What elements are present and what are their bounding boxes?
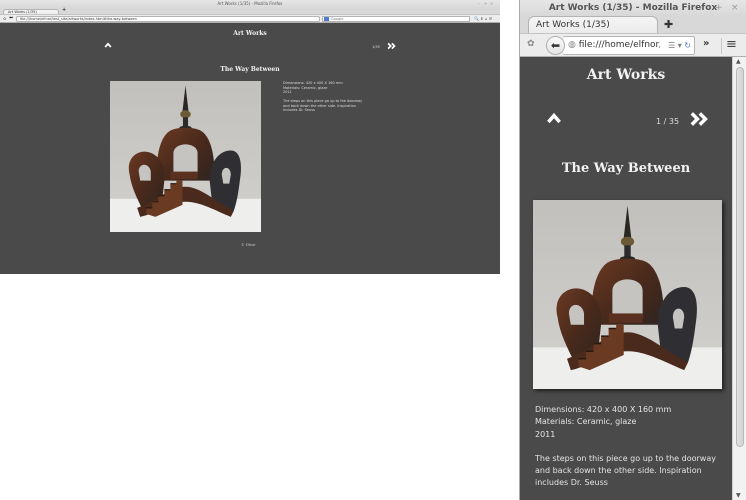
tab-strip: Art Works (1/35) ✚ bbox=[520, 16, 746, 33]
scrollbar-thumb[interactable] bbox=[736, 67, 744, 447]
addon-icon[interactable]: ✿ bbox=[3, 16, 6, 21]
site-title: Art Works bbox=[233, 30, 267, 37]
sculpture-photo bbox=[110, 81, 261, 232]
site-title: Art Works bbox=[586, 67, 666, 83]
artwork-counter: 1/35 bbox=[372, 45, 380, 49]
double-chevron-right-icon bbox=[387, 42, 396, 50]
next-button[interactable] bbox=[387, 42, 396, 50]
artwork-description: The steps on this piece go up to the doo… bbox=[283, 99, 363, 112]
browser-window-narrow: Art Works (1/35) - Mozilla Firefox – + ×… bbox=[519, 0, 746, 500]
navigation-toolbar: ✿ ⬅ file:///home/elfnor/test_site/artwor… bbox=[0, 14, 500, 23]
back-button[interactable]: ⬅ bbox=[546, 36, 565, 55]
url-bar[interactable]: file:///home/elfnor/test_site/artworks/i… bbox=[16, 16, 320, 22]
new-tab-button[interactable]: ✚ bbox=[664, 18, 673, 31]
toolbar-icons[interactable]: 🔍 ⬇ ⌂ ☰ bbox=[474, 15, 492, 23]
chevron-up-icon bbox=[104, 42, 112, 48]
overflow-menu-button[interactable]: » bbox=[703, 38, 709, 49]
toolbar-separator bbox=[721, 38, 722, 54]
artwork-year: 2011 bbox=[283, 90, 292, 94]
artwork-year: 2011 bbox=[535, 429, 556, 439]
page-content: Art Works 1/35 The Way Between Dimension… bbox=[0, 23, 500, 274]
new-tab-button[interactable]: + bbox=[62, 7, 66, 13]
maximize-button[interactable]: + bbox=[484, 0, 487, 8]
hamburger-menu-icon[interactable]: ≡ bbox=[726, 37, 737, 52]
window-title-bar: Art Works (1/35) - Mozilla Firefox bbox=[520, 0, 746, 16]
window-title: Art Works (1/35) - Mozilla Firefox bbox=[217, 1, 283, 6]
vertical-scrollbar[interactable]: ▲ ▼ bbox=[732, 57, 746, 500]
double-chevron-right-icon bbox=[690, 112, 708, 126]
url-text: file:///home/elfnor/test_site/artworks/i… bbox=[20, 17, 137, 21]
globe-icon: ◍ bbox=[568, 40, 576, 50]
artwork-materials: Materials: Ceramic, glaze bbox=[535, 417, 637, 427]
scroll-down-arrow-icon[interactable]: ▼ bbox=[736, 492, 741, 499]
artwork-title: The Way Between bbox=[561, 161, 691, 176]
tab-art-works[interactable]: Art Works (1/35) bbox=[528, 16, 658, 33]
artwork-details: Dimensions: 420 x 400 X 160 mm Materials… bbox=[535, 404, 725, 490]
dropdown-arrow-icon[interactable]: ▾ bbox=[678, 41, 682, 50]
addon-icon[interactable]: ✿ bbox=[527, 39, 535, 49]
page-content: Art Works 1 / 35 The Way Between Dimensi… bbox=[520, 57, 732, 500]
chevron-up-icon bbox=[547, 112, 561, 124]
scroll-up-arrow-icon[interactable]: ▲ bbox=[736, 58, 741, 65]
window-title-bar: Art Works (1/35) - Mozilla Firefox bbox=[0, 0, 500, 8]
artwork-counter: 1 / 35 bbox=[656, 117, 680, 126]
artwork-dimensions: Dimensions: 420 x 400 X 160 mm bbox=[535, 405, 672, 414]
reader-icon[interactable]: ☰ bbox=[668, 41, 675, 50]
search-box[interactable]: Google bbox=[322, 16, 470, 22]
reload-icon[interactable]: ↻ bbox=[684, 41, 691, 50]
url-bar-actions[interactable]: ☰ ▾ ↻ bbox=[668, 37, 691, 54]
artwork-image[interactable] bbox=[533, 200, 722, 389]
search-engine-icon[interactable] bbox=[324, 17, 329, 21]
artwork-image[interactable] bbox=[110, 81, 261, 232]
copyright-credit: © Elfnor bbox=[241, 243, 256, 247]
browser-window-wide: Art Works (1/35) - Mozilla Firefox – + ×… bbox=[0, 0, 500, 274]
url-text: file:///home/elfnor/htı bbox=[578, 40, 660, 50]
minimize-button[interactable]: – bbox=[699, 0, 704, 16]
minimize-button[interactable]: – bbox=[478, 0, 480, 8]
tab-label: Art Works (1/35) bbox=[536, 20, 610, 30]
navigation-toolbar: ✿ ◍ file:///home/elfnor/htı ☰ ▾ ↻ ⬅ » ≡ bbox=[520, 33, 746, 57]
search-placeholder: Google bbox=[331, 17, 344, 21]
artwork-description: The steps on this piece go up to the doo… bbox=[535, 453, 716, 488]
url-bar[interactable]: ◍ file:///home/elfnor/htı ☰ ▾ ↻ bbox=[563, 36, 695, 55]
artwork-title: The Way Between bbox=[220, 66, 280, 73]
up-button[interactable] bbox=[104, 42, 112, 48]
next-button[interactable] bbox=[689, 111, 709, 127]
back-arrow-icon: ⬅ bbox=[550, 39, 561, 52]
close-window-button[interactable]: × bbox=[490, 0, 493, 8]
sculpture-photo bbox=[533, 200, 722, 389]
artwork-details: Dimensions: 420 x 400 X 160 mm Materials… bbox=[283, 81, 363, 113]
maximize-button[interactable]: + bbox=[715, 0, 723, 16]
close-window-button[interactable]: × bbox=[731, 0, 739, 16]
up-button[interactable] bbox=[546, 112, 562, 124]
back-button[interactable]: ⬅ bbox=[9, 15, 13, 21]
window-title: Art Works (1/35) - Mozilla Firefox bbox=[548, 3, 718, 13]
